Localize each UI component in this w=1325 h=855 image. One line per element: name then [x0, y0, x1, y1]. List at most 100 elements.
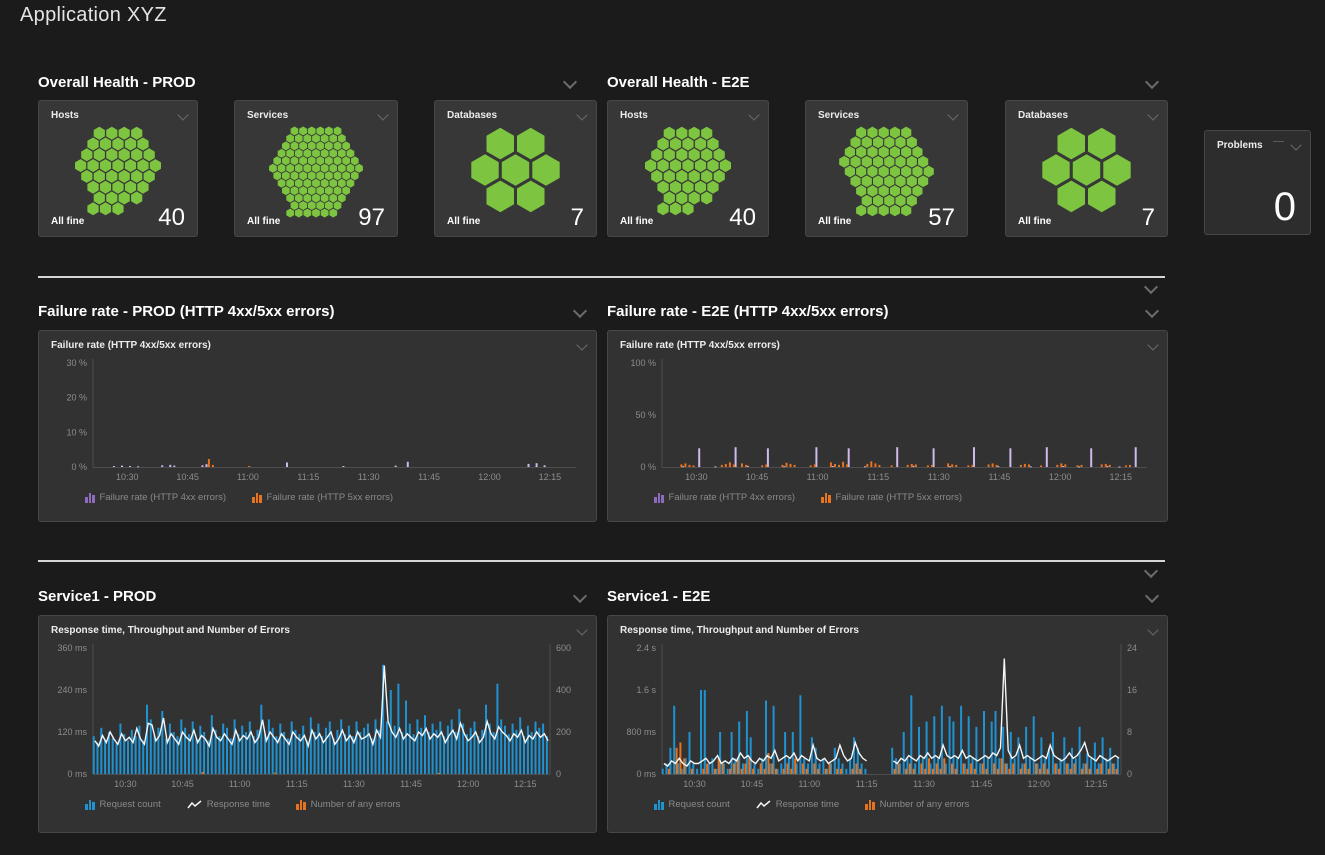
svg-text:11:15: 11:15 [286, 779, 308, 789]
svg-text:11:45: 11:45 [400, 779, 422, 789]
chevron-down-icon[interactable] [377, 109, 388, 120]
legend-label: Request count [669, 799, 730, 810]
chevron-down-icon[interactable] [573, 589, 587, 603]
tile-title: Problems [1217, 140, 1263, 151]
health-tile-services-e2e[interactable]: Services All fine57 [805, 100, 968, 237]
service-chart-prod[interactable]: 0 ms120 ms240 ms360 ms020040060010:3010:… [47, 640, 590, 792]
bar-chart-icon [85, 493, 95, 503]
legend-item-response-time[interactable]: Response time [187, 799, 270, 810]
tile-title: Hosts [51, 110, 79, 121]
svg-text:12:15: 12:15 [514, 779, 537, 789]
tile-title: Failure rate (HTTP 4xx/5xx errors) [51, 340, 211, 351]
legend-item-request-count[interactable]: Request count [85, 799, 161, 810]
svg-text:11:15: 11:15 [867, 472, 889, 482]
svg-text:30 %: 30 % [66, 358, 87, 368]
chevron-down-icon[interactable] [947, 109, 958, 120]
chevron-down-icon[interactable] [1147, 339, 1158, 350]
section-header-failure-e2e: Failure rate - E2E (HTTP 4xx/5xx errors) [607, 301, 1157, 321]
chevron-down-icon[interactable] [1145, 75, 1159, 89]
svg-text:12:00: 12:00 [1049, 472, 1072, 482]
page-title: Application XYZ [20, 4, 167, 27]
legend-item-response-time[interactable]: Response time [756, 799, 839, 810]
svg-text:11:00: 11:00 [237, 472, 259, 482]
legend-item-4xx[interactable]: Failure rate (HTTP 4xx errors) [85, 492, 226, 503]
legend-item-request-count[interactable]: Request count [654, 799, 730, 810]
svg-text:0 ms: 0 ms [636, 769, 656, 779]
status-label: All fine [247, 216, 280, 227]
status-label: All fine [1018, 216, 1051, 227]
chart-legend: Request count Response time Number of an… [654, 799, 1167, 810]
svg-text:16: 16 [1127, 685, 1137, 695]
chevron-down-icon[interactable] [748, 109, 759, 120]
svg-text:240 ms: 240 ms [57, 685, 87, 695]
chevron-down-icon[interactable] [563, 75, 577, 89]
svg-text:400: 400 [556, 685, 571, 695]
svg-text:11:30: 11:30 [928, 472, 950, 482]
chevron-down-icon[interactable] [1144, 564, 1158, 578]
chevron-down-icon[interactable] [1145, 589, 1159, 603]
svg-text:11:00: 11:00 [807, 472, 829, 482]
failure-rate-chart-e2e[interactable]: 0 %50 %100 %10:3010:4511:0011:1511:3011:… [616, 355, 1161, 485]
chevron-down-icon[interactable] [177, 109, 188, 120]
tile-title: Databases [447, 110, 497, 121]
service-chart-e2e[interactable]: 0 ms800 ms1.6 s2.4 s08162410:3010:4511:0… [616, 640, 1161, 792]
chevron-down-icon[interactable] [576, 339, 587, 350]
section-header-service-e2e: Service1 - E2E [607, 586, 1157, 606]
chevron-down-icon[interactable] [1290, 139, 1301, 150]
health-tile-databases-e2e[interactable]: Databases All fine7 [1005, 100, 1168, 237]
service-chart-tile-prod[interactable]: Response time, Throughput and Number of … [38, 615, 597, 833]
status-label: All fine [447, 216, 480, 227]
health-tile-hosts-prod[interactable]: Hosts All fine40 [38, 100, 198, 237]
bar-chart-icon [654, 493, 664, 503]
svg-text:0: 0 [556, 769, 561, 779]
service-chart-tile-e2e[interactable]: Response time, Throughput and Number of … [607, 615, 1168, 833]
bar-chart-icon [85, 800, 95, 810]
svg-text:360 ms: 360 ms [57, 643, 87, 653]
chevron-down-icon[interactable] [576, 109, 587, 120]
svg-text:0 ms: 0 ms [67, 769, 87, 779]
chevron-down-icon[interactable] [1147, 624, 1158, 635]
svg-text:12:15: 12:15 [1109, 472, 1132, 482]
svg-text:12:15: 12:15 [539, 472, 562, 482]
svg-text:11:30: 11:30 [358, 472, 380, 482]
svg-text:10:45: 10:45 [171, 779, 194, 789]
legend-item-errors[interactable]: Number of any errors [865, 799, 969, 810]
divider-line [1273, 140, 1284, 142]
failure-rate-chart-tile-prod[interactable]: Failure rate (HTTP 4xx/5xx errors) 0 %10… [38, 330, 597, 522]
section-title-overall-prod: Overall Health - PROD [38, 74, 196, 91]
bar-chart-icon [865, 800, 875, 810]
legend-item-errors[interactable]: Number of any errors [296, 799, 400, 810]
legend-label: Failure rate (HTTP 5xx errors) [267, 492, 394, 503]
legend-label: Response time [207, 799, 270, 810]
failure-rate-chart-prod[interactable]: 0 %10 %20 %30 %10:3010:4511:0011:1511:30… [47, 355, 590, 485]
chevron-down-icon[interactable] [573, 304, 587, 318]
health-tile-databases-prod[interactable]: Databases All fine 7 [434, 100, 597, 237]
chevron-down-icon[interactable] [1144, 280, 1158, 294]
legend-item-4xx[interactable]: Failure rate (HTTP 4xx errors) [654, 492, 795, 503]
tile-title: Hosts [620, 110, 648, 121]
legend-item-5xx[interactable]: Failure rate (HTTP 5xx errors) [252, 492, 393, 503]
health-tile-services-prod[interactable]: Services All fine97 [234, 100, 398, 237]
legend-label: Request count [100, 799, 161, 810]
legend-label: Number of any errors [880, 799, 970, 810]
problems-tile[interactable]: Problems 0 [1204, 130, 1311, 235]
svg-text:2.4 s: 2.4 s [636, 643, 656, 653]
health-tile-hosts-e2e[interactable]: Hosts All fine40 [607, 100, 769, 237]
svg-text:0: 0 [1127, 769, 1132, 779]
chevron-down-icon[interactable] [1147, 109, 1158, 120]
chevron-down-icon[interactable] [576, 624, 587, 635]
entity-count: 7 [571, 208, 584, 227]
legend-label: Number of any errors [311, 799, 401, 810]
failure-rate-chart-tile-e2e[interactable]: Failure rate (HTTP 4xx/5xx errors) 0 %50… [607, 330, 1168, 522]
svg-text:12:00: 12:00 [1027, 779, 1050, 789]
bar-chart-icon [654, 800, 664, 810]
svg-text:200: 200 [556, 727, 571, 737]
tile-title: Databases [1018, 110, 1068, 121]
entity-count: 40 [158, 208, 185, 227]
legend-item-5xx[interactable]: Failure rate (HTTP 5xx errors) [821, 492, 962, 503]
hexagon-cluster [49, 126, 187, 216]
svg-text:11:00: 11:00 [798, 779, 820, 789]
chevron-down-icon[interactable] [1145, 304, 1159, 318]
svg-text:10:45: 10:45 [176, 472, 199, 482]
svg-text:10:30: 10:30 [116, 472, 139, 482]
